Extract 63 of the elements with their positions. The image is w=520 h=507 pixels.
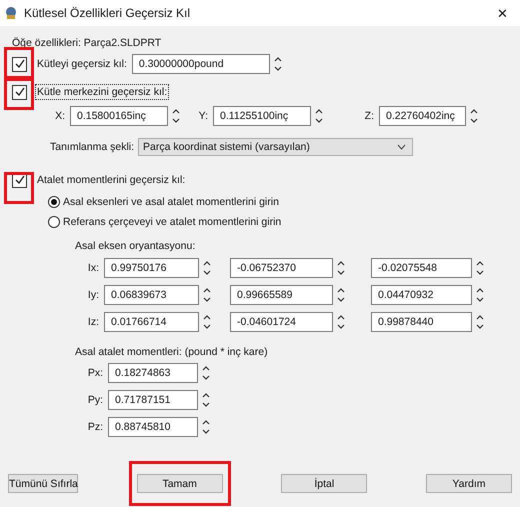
chevron-down-icon xyxy=(397,144,406,150)
axis-label: Iy: xyxy=(86,289,100,301)
coord-label: Y: xyxy=(198,110,209,122)
radio-label: Asal eksenleri ve asal atalet momentlerini girin xyxy=(63,196,279,208)
checkbox-label: Atalet momentlerini geçersiz kıl: xyxy=(36,173,186,188)
section-label: Asal atalet momentleri: (pound * inç kare) xyxy=(75,346,268,358)
matrix-field[interactable]: -0.06752370 xyxy=(230,258,333,278)
coord-label: X: xyxy=(54,110,66,122)
checkbox[interactable] xyxy=(12,56,27,72)
moment-field[interactable]: 0.71787151 xyxy=(108,390,198,410)
matrix-field[interactable]: 0.04470932 xyxy=(371,285,472,305)
matrix-field[interactable]: -0.02075548 xyxy=(371,258,472,278)
section-label: Asal eksen oryantasyonu: xyxy=(75,240,196,252)
spinner-icon[interactable] xyxy=(315,108,323,124)
checkbox-label: Kütleyi geçersiz kıl: xyxy=(36,57,128,72)
matrix-field[interactable]: 0.99878440 xyxy=(371,312,472,332)
mass-field[interactable]: 0.30000000pound xyxy=(132,54,270,74)
spinner-icon[interactable] xyxy=(203,287,211,303)
spinner-icon[interactable] xyxy=(476,260,484,276)
coordinate-system-dropdown[interactable]: Parça koordinat sistemi (varsayılan) xyxy=(138,138,413,156)
matrix-field[interactable]: -0.04601724 xyxy=(230,312,333,332)
coord-field[interactable]: 0.11255100inç xyxy=(213,106,311,126)
axis-label: Iz: xyxy=(86,316,100,328)
matrix-field[interactable]: 0.99750176 xyxy=(104,258,199,278)
spinner-icon[interactable] xyxy=(202,365,210,381)
radio-button[interactable] xyxy=(48,216,60,228)
matrix-field[interactable]: 0.06839673 xyxy=(104,285,199,305)
coord-field[interactable]: 0.22760402inç xyxy=(379,106,466,126)
dialog-button[interactable]: Tamam xyxy=(136,474,223,493)
window-title: Kütlesel Özellikleri Geçersiz Kıl xyxy=(24,6,192,20)
spinner-icon[interactable] xyxy=(476,314,484,330)
checkbox-label: Kütle merkezini geçersiz kıl: xyxy=(35,84,170,100)
spinner-icon[interactable] xyxy=(337,260,345,276)
spinner-icon[interactable] xyxy=(202,419,210,435)
moment-label: Pz: xyxy=(86,421,104,433)
spinner-icon[interactable] xyxy=(203,260,211,276)
moment-field[interactable]: 0.18274863 xyxy=(108,363,198,383)
item-properties: Öğe özellikleri: Parça2.SLDPRT xyxy=(12,37,162,49)
moment-label: Py: xyxy=(86,394,104,406)
coord-label: Z: xyxy=(364,110,375,122)
spinner-icon[interactable] xyxy=(274,56,282,72)
spinner-icon[interactable] xyxy=(470,108,478,124)
spinner-icon[interactable] xyxy=(337,314,345,330)
axis-label: Ix: xyxy=(86,262,100,274)
dialog-button[interactable]: İptal xyxy=(281,474,368,493)
spinner-icon[interactable] xyxy=(203,314,211,330)
matrix-field[interactable]: 0.99665589 xyxy=(230,285,333,305)
app-icon xyxy=(4,6,18,20)
radio-button[interactable] xyxy=(48,196,60,208)
checkbox[interactable] xyxy=(12,84,27,100)
moment-label: Px: xyxy=(86,367,104,379)
dialog-button[interactable]: Yardım xyxy=(426,474,512,493)
coord-field[interactable]: 0.15800165inç xyxy=(70,106,168,126)
spinner-icon[interactable] xyxy=(476,287,484,303)
radio-label: Referans çerçeveyi ve atalet momentlerini girin xyxy=(63,216,282,228)
spinner-icon[interactable] xyxy=(337,287,345,303)
spinner-icon[interactable] xyxy=(172,108,180,124)
spinner-icon[interactable] xyxy=(202,392,210,408)
moment-field[interactable]: 0.88745810 xyxy=(108,417,198,437)
dialog-button[interactable]: Tümünü Sıfırla xyxy=(8,474,78,493)
defined-by-label: Tanımlanma şekli: xyxy=(50,141,136,153)
matrix-field[interactable]: 0.01766714 xyxy=(104,312,199,332)
close-button[interactable]: ✕ xyxy=(493,6,512,20)
